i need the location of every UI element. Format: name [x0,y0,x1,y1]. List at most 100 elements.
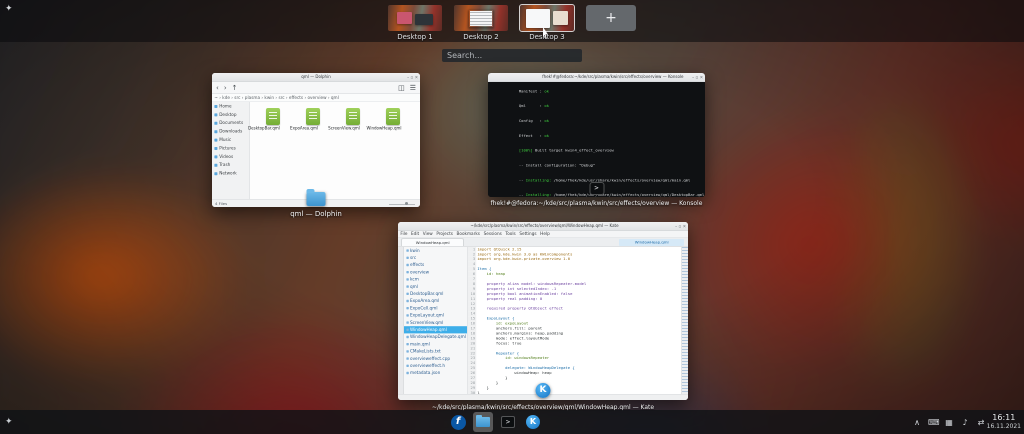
tray-expander-icon[interactable]: ∧ [912,418,922,427]
window-thumbnail-dolphin[interactable]: qml — Dolphin – ▫ × ‹ › ↑ ◫ ☰ ~ › kde › … [212,73,420,207]
window-title: fhek!#@fedora:~/kde/src/plasma/kwin/src/… [542,75,651,79]
konsole-window-body: fhek!#@fedora:~/kde/src/plasma/kwin/src/… [488,73,705,197]
task-konsole[interactable]: > [498,412,518,432]
tree-item[interactable]: WindowHeap.qml [404,326,467,333]
up-icon[interactable]: ↑ [232,84,238,92]
tree-item[interactable]: main.qml [404,341,467,348]
minimize-icon[interactable]: – [675,224,677,229]
places-item[interactable]: Music [212,136,249,144]
desktop-thumbnail-3[interactable]: Desktop 3 [520,5,574,41]
close-icon[interactable]: × [683,224,686,229]
menu-item[interactable]: View [423,231,433,238]
window-thumbnail-konsole[interactable]: fhek!#@fedora:~/kde/src/plasma/kwin/src/… [488,73,705,197]
code-editor[interactable]: import QtQuick 2.15import org.kde.kwin 3… [468,247,681,394]
desktop-1-preview[interactable] [388,5,442,31]
close-icon[interactable]: × [700,75,703,80]
forward-icon[interactable]: › [224,84,227,92]
places-item[interactable]: Trash [212,161,249,169]
minimap-scrollbar[interactable] [681,247,688,394]
menu-item[interactable]: Edit [411,231,419,238]
places-item[interactable]: Home [212,102,249,110]
tree-item[interactable]: ScreenView.qml [404,319,467,326]
places-item[interactable]: Pictures [212,144,249,152]
network-icon[interactable]: ⇄ [976,418,986,427]
places-item[interactable]: Network [212,169,249,177]
tree-item[interactable]: overvieweffect.cpp [404,355,467,362]
file-item[interactable]: ScreenView.qml [335,108,371,135]
tree-item[interactable]: overview [404,269,467,276]
place-folder-icon [214,138,217,141]
zoom-slider[interactable] [389,204,415,205]
split-view-icon[interactable]: ◫ [398,84,405,92]
maximize-icon[interactable]: ▫ [678,224,681,229]
minimize-icon[interactable]: – [407,75,409,80]
desktop-thumbnail-1[interactable]: Desktop 1 [388,5,442,41]
app-launcher-fedora[interactable]: f [448,412,468,432]
document-tab[interactable]: WindowHeap.qml [401,238,464,246]
minimize-icon[interactable]: – [692,75,694,80]
menu-item[interactable]: Help [540,231,550,238]
audio-volume-icon[interactable]: ♪ [960,418,970,427]
maximize-icon[interactable]: ▫ [410,75,413,80]
tree-item[interactable]: ExpoLayout.qml [404,312,467,319]
task-dolphin[interactable] [473,412,493,432]
tree-item[interactable]: CMakeLists.txt [404,348,467,355]
places-item[interactable]: Downloads [212,127,249,135]
tree-item[interactable]: metadata.json [404,369,467,376]
terminal-line: -- Install configuration: "Debug" [491,158,702,173]
menu-item[interactable]: Bookmarks [457,231,480,238]
tree-item[interactable]: overvieweffect.h [404,362,467,369]
mini-window [468,9,494,28]
digital-clock[interactable]: 16:11 16.11.2021 [987,413,1021,430]
clock-time: 16:11 [987,413,1021,423]
search-input[interactable] [442,49,582,62]
tree-item[interactable]: kwin [404,247,467,254]
menu-item[interactable]: Tools [505,231,515,238]
file-item[interactable]: ExpoArea.qml [295,108,331,135]
desktop-list: Desktop 1 Desktop 2 Desktop 3 + [0,0,1024,41]
qml-file-icon [306,108,320,125]
back-icon[interactable]: ‹ [216,84,219,92]
place-folder-icon [214,122,217,125]
window-thumbnail-kate[interactable]: ~/kde/src/plasma/kwin/src/effects/overvi… [398,222,688,400]
clock-date: 16.11.2021 [987,423,1021,430]
kate-titlebar: ~/kde/src/plasma/kwin/src/effects/overvi… [398,222,688,231]
desktop-thumbnail-2[interactable]: Desktop 2 [454,5,508,41]
tree-item[interactable]: qml [404,283,467,290]
menu-item[interactable]: Projects [436,231,453,238]
keyboard-layout-icon[interactable]: ⌨ [928,418,938,427]
tree-item[interactable]: src [404,254,467,261]
desktop-3-preview[interactable] [520,5,574,31]
tree-item[interactable]: ExpoArea.qml [404,297,467,304]
dolphin-window-body: qml — Dolphin – ▫ × ‹ › ↑ ◫ ☰ ~ › kde › … [212,73,420,207]
fedora-logo-icon: f [451,415,466,430]
place-folder-icon [214,147,217,150]
tree-item[interactable]: kcm [404,276,467,283]
add-desktop-button[interactable]: + [586,5,636,31]
desktop-2-preview[interactable] [454,5,508,31]
places-item[interactable]: Documents [212,119,249,127]
file-item[interactable]: WindowHeap.qml [375,108,411,135]
clipboard-icon[interactable]: ▦ [944,418,954,427]
file-item[interactable]: DesktopBar.qml [255,108,291,135]
places-item[interactable]: Desktop [212,110,249,118]
menu-item[interactable]: Sessions [484,231,502,238]
terminal-view[interactable]: Manifest : ok Qml : ok Config : ok Effec… [488,82,705,197]
close-icon[interactable]: × [415,75,418,80]
konsole-terminal-icon: > [501,416,515,428]
tree-item[interactable]: ExpoCell.qml [404,305,467,312]
tree-item[interactable]: effects [404,261,467,268]
places-item-label: Pictures [219,144,236,152]
hamburger-menu-icon[interactable]: ☰ [410,84,416,92]
location-breadcrumb[interactable]: ~ › kde › src › plasma › kwin › src › ef… [212,94,420,102]
maximize-icon[interactable]: ▫ [695,75,698,80]
menu-item[interactable]: File [400,231,407,238]
file-name: ExpoArea.qml [286,126,322,131]
menu-item[interactable]: Settings [519,231,536,238]
places-item[interactable]: Videos [212,152,249,160]
tree-item[interactable]: DesktopBar.qml [404,290,467,297]
tree-item[interactable]: WindowHeapDelegate.qml [404,333,467,340]
task-kate[interactable]: K [523,412,543,432]
document-switcher[interactable]: WindowHeap.qml [619,239,684,246]
qml-file-icon [346,108,360,125]
